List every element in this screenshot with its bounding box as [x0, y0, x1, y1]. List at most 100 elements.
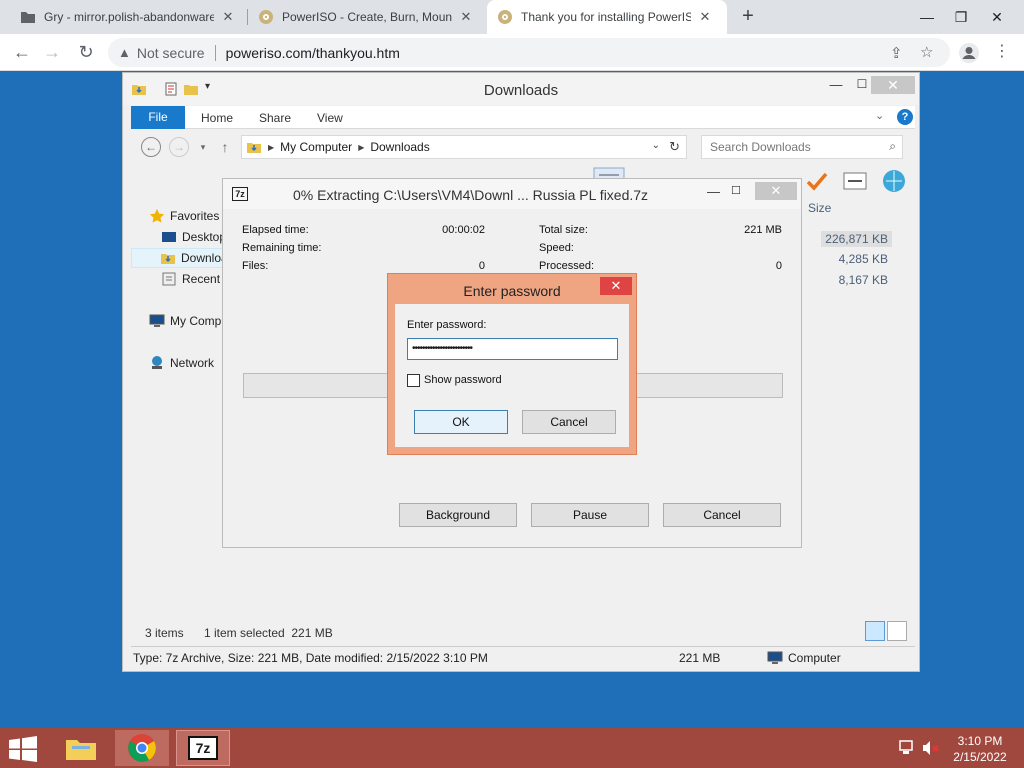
tab-thank-you[interactable]: Thank you for installing PowerISO ✕ [487, 0, 727, 34]
network-icon[interactable] [898, 740, 916, 756]
breadcrumb-separator-icon[interactable]: ▶ [358, 143, 364, 152]
ribbon-tab-home[interactable]: Home [201, 111, 233, 125]
menu-kebab-icon[interactable]: ⋮ [990, 41, 1014, 65]
omnibox-divider [214, 44, 216, 61]
file-size-cell[interactable]: 8,167 KB [839, 273, 888, 287]
minimize-icon[interactable]: — [910, 0, 944, 34]
remaining-time-label: Remaining time: [242, 242, 322, 254]
restore-icon[interactable]: ❐ [944, 0, 978, 34]
details-view-icon[interactable] [865, 621, 885, 641]
dialog-titlebar[interactable]: 7z 0% Extracting C:\Users\VM4\Downl ... … [223, 179, 801, 209]
up-arrow-icon[interactable]: ↑ [215, 137, 235, 157]
ok-button[interactable]: OK [414, 410, 508, 434]
nav-item-my-computer[interactable]: My Computer [149, 311, 231, 331]
large-icons-view-icon[interactable] [887, 621, 907, 641]
poweriso-icon [498, 10, 512, 24]
breadcrumb-downloads[interactable]: Downloads [370, 140, 429, 154]
show-password-label[interactable]: Show password [424, 374, 502, 386]
breadcrumb-separator-icon[interactable]: ▶ [268, 143, 274, 152]
pause-button[interactable]: Pause [531, 503, 649, 527]
tab-poweriso[interactable]: PowerISO - Create, Burn, Mount, ✕ [248, 0, 484, 34]
search-input[interactable]: Search Downloads ⌕ [701, 135, 903, 159]
window-title: Downloads [483, 82, 559, 99]
nav-label: Network [170, 356, 215, 370]
file-size-cell[interactable]: 226,871 KB [821, 231, 892, 247]
location-label: Computer [788, 651, 841, 665]
file-size-cell[interactable]: 4,285 KB [839, 252, 888, 266]
close-icon[interactable]: ✕ [600, 277, 632, 295]
cancel-button[interactable]: Cancel [522, 410, 616, 434]
new-tab-button[interactable]: + [738, 6, 758, 26]
ribbon-tab-share[interactable]: Share [259, 111, 291, 125]
maximize-icon[interactable]: ☐ [731, 184, 741, 197]
selection-info: 1 item selected 221 MB [204, 626, 333, 640]
dialog-title: Enter password [463, 283, 561, 299]
nav-label: Desktop [182, 230, 227, 244]
forward-arrow-icon[interactable]: → [169, 137, 189, 157]
tab-close-icon[interactable]: ✕ [220, 9, 236, 25]
minimize-icon[interactable]: — [823, 77, 849, 95]
browser-tab-strip: Gry - mirror.polish-abandonware ✕ PowerI… [0, 0, 1024, 34]
browser-toolbar: ← → ↻ ▲ Not secure poweriso.com/thankyou… [0, 34, 1024, 71]
volume-muted-icon[interactable] [922, 740, 940, 756]
total-size-label: Total size: [539, 224, 588, 236]
close-icon[interactable]: ✕ [871, 76, 915, 94]
nav-item-network[interactable]: Network [149, 353, 231, 373]
background-button[interactable]: Background [399, 503, 517, 527]
windows-start-icon[interactable] [8, 736, 38, 762]
share-icon[interactable]: ⇪ [890, 44, 903, 62]
taskbar-file-explorer[interactable] [54, 730, 108, 766]
close-icon[interactable]: ✕ [980, 0, 1014, 34]
chevron-down-icon[interactable]: ⌄ [652, 140, 660, 151]
minimize-icon[interactable]: — [707, 184, 720, 199]
password-dialog-body: Enter password: ••••••••••••••••••••••••… [395, 304, 629, 447]
taskbar-7zip[interactable]: 7z [176, 730, 230, 766]
security-status[interactable]: Not secure [137, 45, 205, 61]
tab-close-icon[interactable]: ✕ [697, 9, 713, 25]
refresh-icon[interactable]: ↻ [669, 139, 680, 155]
warning-triangle-icon[interactable]: ▲ [118, 45, 131, 60]
cancel-button[interactable]: Cancel [663, 503, 781, 527]
ribbon-tab-view[interactable]: View [317, 111, 343, 125]
password-label: Enter password: [407, 319, 487, 331]
star-icon[interactable]: ☆ [920, 43, 933, 61]
address-bar[interactable]: ▲ Not secure poweriso.com/thankyou.htm ⇪… [108, 38, 950, 67]
tab-label: Thank you for installing PowerISO [521, 10, 691, 24]
show-password-checkbox[interactable] [407, 374, 420, 387]
checkmark-icon[interactable] [805, 169, 829, 193]
column-header-size[interactable]: Size [808, 201, 831, 215]
window-icon[interactable] [843, 171, 867, 191]
help-icon[interactable]: ? [897, 109, 913, 125]
clock-date: 2/15/2022 [953, 750, 1007, 764]
tab-label: Gry - mirror.polish-abandonware [44, 10, 214, 24]
nav-item-downloads[interactable]: Downloads [131, 248, 231, 268]
forward-arrow-icon[interactable]: → [40, 41, 64, 65]
processed-value: 0 [775, 260, 782, 272]
chevron-down-icon[interactable]: ⌄ [875, 109, 884, 122]
close-icon[interactable]: ✕ [755, 182, 797, 200]
tab-close-icon[interactable]: ✕ [458, 9, 474, 25]
tab-polish-abandonware[interactable]: Gry - mirror.polish-abandonware ✕ [10, 0, 246, 34]
explorer-address-bar[interactable]: ▶ My Computer ▶ Downloads ⌄ ↻ [241, 135, 687, 159]
7zip-icon: 7z [188, 736, 218, 760]
dialog-title: 0% Extracting C:\Users\VM4\Downl ... Rus… [293, 187, 649, 203]
nav-item-desktop[interactable]: Desktop [161, 227, 231, 247]
password-field[interactable]: •••••••••••••••••••••••• [407, 338, 618, 360]
back-arrow-icon[interactable]: ← [10, 41, 34, 65]
ribbon-file-tab[interactable]: File [131, 106, 185, 129]
globe-icon[interactable] [881, 169, 907, 193]
processed-label: Processed: [539, 260, 595, 272]
clock-time: 3:10 PM [957, 734, 1003, 748]
explorer-titlebar[interactable]: ▾ Downloads — ☐ ✕ [123, 73, 919, 105]
back-arrow-icon[interactable]: ← [141, 137, 161, 157]
file-details: Type: 7z Archive, Size: 221 MB, Date mod… [133, 651, 488, 665]
taskbar-clock[interactable]: 3:10 PM 2/15/2022 [944, 733, 1016, 765]
taskbar-chrome[interactable] [115, 730, 169, 766]
reload-icon[interactable]: ↻ [74, 41, 98, 65]
recent-locations-icon[interactable]: ▾ [193, 137, 213, 157]
profile-avatar-icon[interactable] [958, 42, 980, 64]
nav-item-recent-places[interactable]: Recent places [161, 269, 231, 289]
folder-down-icon [247, 143, 261, 153]
breadcrumb-my-computer[interactable]: My Computer [280, 140, 352, 154]
url-text[interactable]: poweriso.com/thankyou.htm [226, 45, 400, 61]
